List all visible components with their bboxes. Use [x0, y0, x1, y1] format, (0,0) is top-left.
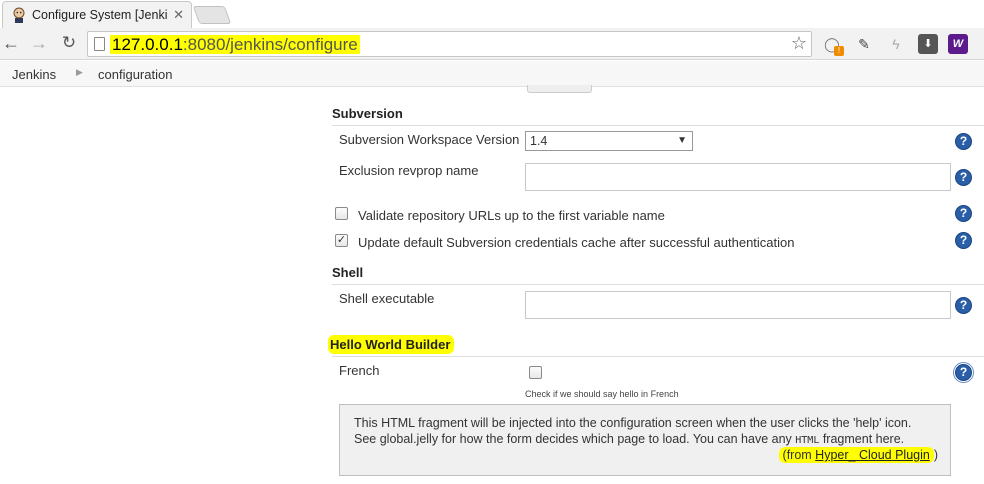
breadcrumb-configuration[interactable]: configuration — [98, 67, 172, 82]
back-arrow-icon[interactable]: ← — [0, 32, 22, 54]
partial-button[interactable] — [527, 85, 592, 93]
help-icon-update-credentials[interactable]: ? — [955, 232, 972, 249]
section-hello-world-header: Hello World Builder — [328, 335, 984, 357]
tab-strip: Configure System [Jenkins] ✕ — [0, 0, 984, 28]
exclusion-revprop-label: Exclusion revprop name — [339, 163, 479, 178]
workspace-version-value: 1.4 — [530, 134, 548, 148]
bookmark-star-icon[interactable]: ☆ — [791, 33, 807, 54]
help-icon-validate-urls[interactable]: ? — [955, 205, 972, 222]
lightning-icon[interactable]: ϟ — [886, 34, 906, 54]
workspace-version-select[interactable]: 1.4 ▼ — [525, 131, 693, 151]
french-checkbox[interactable] — [529, 366, 542, 379]
extension-search-icon[interactable]: ◯! — [822, 34, 844, 56]
plugin-link[interactable]: Hyper_ Cloud Plugin — [815, 448, 930, 462]
extension-w-icon[interactable]: W — [948, 34, 968, 54]
url-path: :8080/jenkins/configure — [182, 35, 358, 54]
browser-toolbar: ← → ↻ 127.0.0.1:8080/jenkins/configure ☆… — [0, 28, 984, 60]
hello-world-header-text: Hello World Builder — [328, 335, 455, 354]
reload-icon[interactable]: ↻ — [58, 32, 80, 54]
tab-title: Configure System [Jenkins] — [32, 8, 168, 22]
validate-urls-checkbox[interactable] — [335, 207, 348, 220]
shell-executable-label: Shell executable — [339, 291, 435, 306]
section-shell-header: Shell — [332, 265, 984, 285]
shell-executable-input[interactable] — [525, 291, 951, 319]
exclusion-revprop-input[interactable] — [525, 163, 951, 191]
close-tab-icon[interactable]: ✕ — [173, 7, 184, 23]
page-icon — [94, 37, 105, 51]
new-tab-button[interactable] — [192, 6, 232, 24]
pocket-icon[interactable]: ⬇ — [918, 34, 938, 54]
section-subversion-header: Subversion — [332, 106, 984, 126]
extension-badge: ! — [834, 46, 844, 56]
update-credentials-label: Update default Subversion credentials ca… — [358, 235, 795, 250]
help-icon-french[interactable]: ? — [953, 362, 974, 383]
french-description: Check if we should say hello in French — [525, 389, 679, 399]
browser-tab[interactable]: Configure System [Jenkins] ✕ — [2, 1, 192, 28]
validate-urls-label: Validate repository URLs up to the first… — [358, 208, 665, 223]
forward-arrow-icon[interactable]: → — [28, 32, 50, 54]
update-credentials-checkbox[interactable]: ✓ — [335, 234, 348, 247]
help-icon-workspace-version[interactable]: ? — [955, 133, 972, 150]
eyedropper-icon[interactable]: ✎ — [854, 34, 874, 54]
workspace-version-label: Subversion Workspace Version — [339, 132, 520, 147]
help-text-line1: This HTML fragment will be injected into… — [354, 416, 912, 430]
url-host: 127.0.0.1 — [112, 35, 183, 54]
dropdown-arrow-icon: ▼ — [677, 135, 687, 146]
breadcrumb: Jenkins ▶ configuration — [0, 61, 984, 87]
url-text[interactable]: 127.0.0.1:8080/jenkins/configure — [110, 34, 360, 56]
address-bar[interactable]: 127.0.0.1:8080/jenkins/configure ☆ — [87, 31, 812, 57]
help-source: (from Hyper_ Cloud Plugin) — [778, 447, 938, 463]
breadcrumb-jenkins[interactable]: Jenkins — [12, 67, 56, 82]
help-icon-exclusion-revprop[interactable]: ? — [955, 169, 972, 186]
help-icon-shell-executable[interactable]: ? — [955, 297, 972, 314]
jenkins-favicon-icon — [13, 7, 25, 23]
french-label: French — [339, 363, 380, 378]
help-panel: This HTML fragment will be injected into… — [339, 404, 951, 476]
breadcrumb-chevron-icon[interactable]: ▶ — [76, 67, 83, 78]
